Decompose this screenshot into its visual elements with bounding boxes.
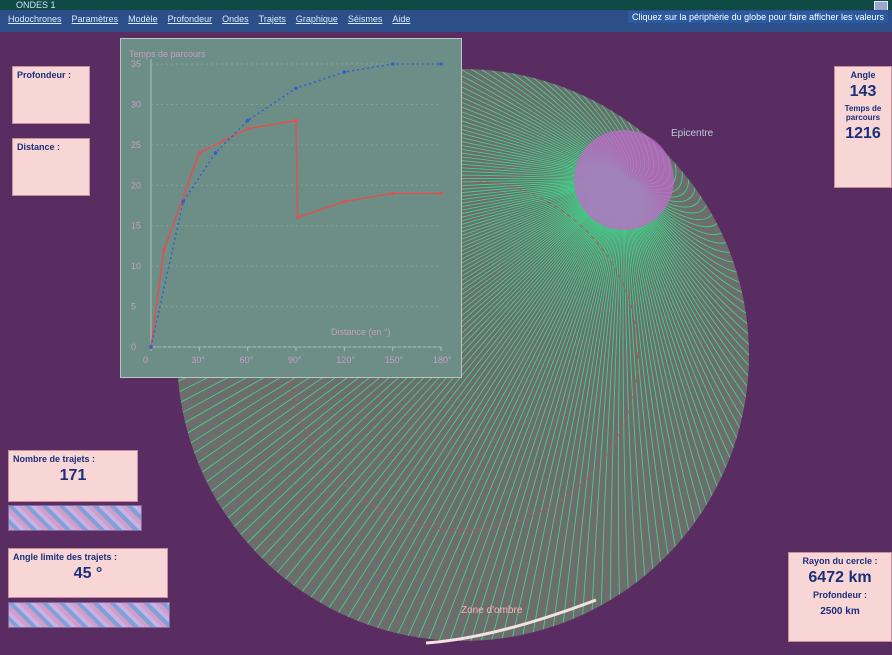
series-point-1	[213, 151, 218, 155]
series-point-0	[162, 248, 166, 252]
chart-title: Temps de parcours	[129, 49, 206, 59]
series-point-0	[439, 191, 443, 196]
rays-count-label: Nombre de trajets :	[13, 454, 96, 464]
series-point-0	[294, 118, 298, 123]
x-tick-label: 0	[143, 355, 148, 365]
gridlines	[151, 63, 441, 348]
radius-value: 6472 km	[808, 569, 872, 586]
distance-panel: Distance :	[12, 138, 90, 196]
radius-panel: Rayon du cercle : 6472 km Profondeur : 2…	[788, 552, 892, 642]
rays-count-value: 171	[59, 467, 87, 484]
x-tick-label: 60°	[240, 355, 254, 365]
series-group	[149, 62, 443, 349]
angle-limit-panel: Angle limite des trajets : 45 °	[8, 548, 168, 598]
x-tick-label: 120°	[336, 355, 355, 365]
angle-limit-value: 45 °	[73, 565, 103, 582]
series-point-0	[342, 199, 347, 204]
hint-text: Cliquez sur la périphérie du globe pour …	[628, 11, 888, 23]
series-point-1	[390, 62, 395, 66]
menu-item-graphique[interactable]: Graphique	[296, 14, 338, 24]
series-point-1	[294, 86, 298, 91]
rays-count-panel: Nombre de trajets : 171	[8, 450, 138, 502]
series-line-1	[150, 63, 441, 348]
menu-item-aide[interactable]: Aide	[392, 14, 410, 24]
title-bar: ONDES 1	[0, 0, 892, 11]
time-label: Temps de parcours	[844, 104, 882, 122]
x-tick-label: 150°	[385, 355, 404, 365]
travel-time-chart[interactable]: 0 30° 60° 90° 120° 150° 180° 0 5 10 15 20 25 30 35 Tem…	[120, 38, 462, 378]
y-tick-label: 5	[131, 302, 136, 312]
series-point-1	[439, 62, 443, 66]
menu-item-hodochrones[interactable]: Hodochrones	[8, 14, 62, 24]
y-tick-label: 35	[131, 59, 141, 69]
y-tick-label: 15	[131, 221, 141, 231]
profondeur-panel: Profondeur :	[12, 66, 90, 124]
menu-item-parametres[interactable]: Paramètres	[72, 14, 119, 24]
series-point-1	[181, 199, 186, 204]
series-point-1	[149, 345, 153, 349]
menu-item-profondeur[interactable]: Profondeur	[168, 14, 213, 24]
menu-item-modele[interactable]: Modèle	[128, 14, 158, 24]
rays-slider[interactable]	[8, 505, 142, 531]
series-point-0	[390, 191, 395, 196]
series-point-0	[295, 215, 300, 220]
depth-label: Profondeur :	[813, 590, 867, 600]
distance-label: Distance :	[17, 142, 61, 152]
series-point-1	[342, 70, 347, 74]
chart-svg: 0 30° 60° 90° 120° 150° 180° 0 5 10 15 20 25 30 35 Tem…	[129, 49, 452, 365]
x-tick-label: 90°	[288, 355, 302, 365]
x-axis-label: Distance (en °)	[331, 327, 391, 337]
globe-label-bottom: Zone d'ombre	[461, 605, 523, 616]
y-tick-label: 25	[131, 140, 141, 150]
angle-time-panel: Angle 143 Temps de parcours 1216	[834, 66, 892, 188]
series-point-0	[197, 151, 202, 155]
menu-item-seismes[interactable]: Séismes	[348, 14, 383, 24]
x-tick-label: 180°	[433, 355, 452, 365]
y-tick-label: 0	[131, 342, 136, 352]
angle-limit-slider[interactable]	[8, 602, 170, 628]
depth-value: 2500 km	[820, 606, 860, 617]
menu-items: Hodochrones Paramètres Modèle Profondeur…	[8, 14, 410, 24]
focus-spot	[574, 130, 674, 230]
angle-limit-label: Angle limite des trajets :	[13, 552, 118, 562]
angle-value: 143	[849, 83, 877, 100]
y-tick-label: 30	[131, 99, 141, 109]
angle-label: Angle	[850, 70, 876, 80]
radius-label: Rayon du cercle :	[802, 556, 878, 566]
y-tick-label: 10	[131, 261, 141, 271]
profondeur-label: Profondeur :	[17, 70, 71, 80]
window-title: ONDES 1	[16, 0, 56, 10]
series-point-1	[245, 118, 250, 123]
series-point-0	[245, 126, 250, 131]
time-value: 1216	[845, 125, 881, 142]
globe-label-top: Epicentre	[671, 128, 714, 139]
x-tick-label: 30°	[191, 355, 205, 365]
menu-bar: Hodochrones Paramètres Modèle Profondeur…	[0, 10, 892, 32]
menu-item-trajets[interactable]: Trajets	[259, 14, 286, 24]
menu-item-ondes[interactable]: Ondes	[222, 14, 249, 24]
series-line-0	[150, 119, 441, 348]
y-tick-label: 20	[131, 180, 141, 190]
